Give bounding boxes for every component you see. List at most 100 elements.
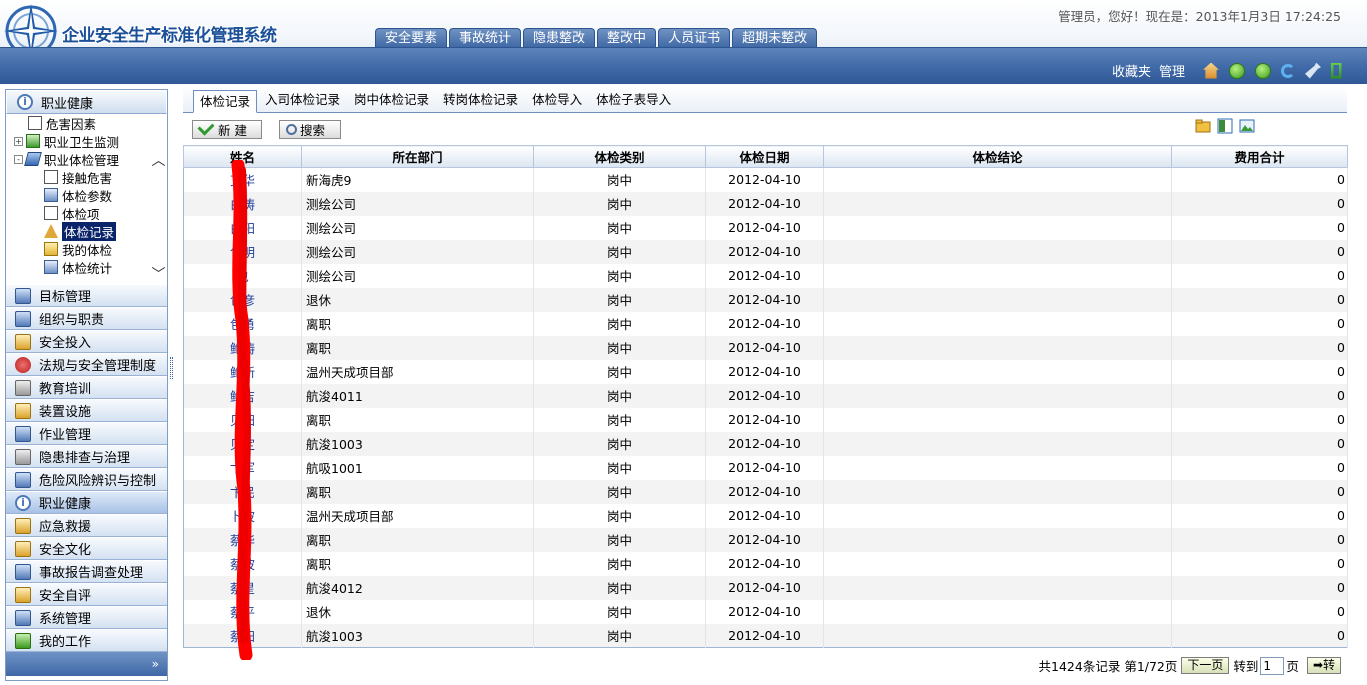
table-row[interactable]: 包测绘公司 岗中 2012-04-10 0 (183, 263, 1348, 288)
collapse-icon[interactable]: » (152, 657, 159, 671)
menu-item[interactable]: 安全自评 (6, 583, 167, 606)
name-link[interactable]: 艾华 (183, 167, 302, 192)
name-link[interactable]: 卞民 (183, 479, 302, 504)
table-row[interactable]: 白阳 测绘公司 岗中 2012-04-10 0 (183, 215, 1348, 240)
tree-item[interactable]: 危害因素 (28, 114, 96, 132)
column-header[interactable]: 体检结论 (823, 145, 1172, 168)
tree-item[interactable]: - 职业体检管理 (14, 150, 119, 168)
table-row[interactable]: 艾华 新海虎9 岗中 2012-04-10 0 (183, 167, 1348, 192)
menu-item[interactable]: 事故报告调查处理 (6, 560, 167, 583)
table-row[interactable]: 蔡华 离职 岗中 2012-04-10 0 (183, 527, 1348, 552)
menu-item[interactable]: 我的工作 (6, 629, 167, 652)
back-icon[interactable] (1229, 62, 1245, 79)
name-link[interactable]: 包明 (183, 239, 302, 264)
menu-item[interactable]: i 职业健康 (6, 491, 167, 514)
open-folder-icon[interactable] (1195, 118, 1211, 134)
column-header[interactable]: 所在部门 (301, 145, 534, 168)
home-icon[interactable] (1203, 62, 1219, 79)
table-row[interactable]: 蔡星 航浚4012 岗中 2012-04-10 0 (183, 575, 1348, 600)
refresh-icon[interactable] (1281, 63, 1295, 78)
tree-item[interactable]: 体检参数 (44, 186, 112, 204)
top-tab[interactable]: 事故统计 (449, 28, 522, 48)
name-link[interactable]: 白涛 (183, 191, 302, 216)
forward-icon[interactable] (1255, 62, 1271, 79)
go-button[interactable]: ➡转 (1306, 657, 1341, 674)
tree-scrollbar[interactable]: ︿ ﹀ (150, 114, 167, 284)
table-row[interactable]: 鲍吉 航浚4011 岗中 2012-04-10 0 (183, 383, 1348, 408)
sub-tab[interactable]: 岗中体检记录 (348, 89, 435, 112)
sub-tab[interactable]: 入司体检记录 (259, 89, 346, 112)
exit-icon[interactable] (1331, 62, 1342, 79)
scroll-up-icon[interactable]: ︿ (150, 150, 167, 170)
column-header[interactable]: 体检日期 (705, 145, 824, 168)
tree-item[interactable]: 我的体检 (44, 240, 112, 258)
tree-item[interactable]: + 职业卫生监测 (14, 132, 119, 150)
table-row[interactable]: 贝定 航浚1003 岗中 2012-04-10 0 (183, 431, 1348, 456)
table-row[interactable]: 包勇 离职 岗中 2012-04-10 0 (183, 311, 1348, 336)
name-link[interactable]: 蔡波 (183, 551, 302, 576)
name-link[interactable]: 蔡平 (183, 599, 302, 624)
table-row[interactable]: 包明 测绘公司 岗中 2012-04-10 0 (183, 239, 1348, 264)
menu-item[interactable]: 危险风险辨识与控制 (6, 468, 167, 491)
menu-item[interactable]: 教育培训 (6, 376, 167, 399)
menu-item[interactable]: 作业管理 (6, 422, 167, 445)
top-tab[interactable]: 超期未整改 (732, 28, 818, 48)
menu-item[interactable]: 目标管理 (6, 284, 167, 307)
image-icon[interactable] (1239, 118, 1255, 134)
manage-link[interactable]: 管理 (1159, 61, 1185, 80)
name-link[interactable]: 蔡华 (183, 527, 302, 552)
sub-tab[interactable]: 体检子表导入 (590, 89, 677, 112)
table-row[interactable]: 蔡阳 航浚1003 岗中 2012-04-10 0 (183, 623, 1348, 648)
table-row[interactable]: 白涛 测绘公司 岗中 2012-04-10 0 (183, 191, 1348, 216)
top-tab[interactable]: 整改中 (597, 28, 657, 48)
name-link[interactable]: 蔡阳 (183, 623, 302, 648)
table-row[interactable]: 包彦 退休 岗中 2012-04-10 0 (183, 287, 1348, 312)
table-row[interactable]: 蔡平 退休 岗中 2012-04-10 0 (183, 599, 1348, 624)
name-link[interactable]: 鲍吉 (183, 383, 302, 408)
name-link[interactable]: 贝阳 (183, 407, 302, 432)
menu-item[interactable]: 系统管理 (6, 606, 167, 629)
sidebar-splitter[interactable] (169, 89, 175, 681)
wrench-icon[interactable] (1305, 62, 1321, 79)
new-button[interactable]: 新 建 (192, 118, 262, 139)
name-link[interactable]: 白阳 (183, 215, 302, 240)
menu-item[interactable]: 装置设施 (6, 399, 167, 422)
name-link[interactable]: 鲍涛 (183, 335, 302, 360)
sub-tab[interactable]: 转岗体检记录 (437, 89, 524, 112)
export-excel-icon[interactable] (1217, 118, 1233, 134)
menu-item[interactable]: 应急救援 (6, 514, 167, 537)
table-row[interactable]: 卞军 航吸1001 岗中 2012-04-10 0 (183, 455, 1348, 480)
menu-item[interactable]: 隐患排查与治理 (6, 445, 167, 468)
favorites-link[interactable]: 收藏夹 (1112, 61, 1151, 80)
table-row[interactable]: 蔡波 离职 岗中 2012-04-10 0 (183, 551, 1348, 576)
name-link[interactable]: 卜波 (183, 503, 302, 528)
tree-item[interactable]: 体检统计 (44, 258, 112, 276)
table-row[interactable]: 鲍新 温州天成项目部 岗中 2012-04-10 0 (183, 359, 1348, 384)
table-row[interactable]: 卜波 温州天成项目部 岗中 2012-04-10 0 (183, 503, 1348, 528)
splitter-grip-icon[interactable] (170, 357, 173, 379)
table-row[interactable]: 贝阳 离职 岗中 2012-04-10 0 (183, 407, 1348, 432)
name-link[interactable]: 蔡星 (183, 575, 302, 600)
scroll-down-icon[interactable]: ﹀ (150, 264, 167, 284)
page-number-input[interactable] (1260, 656, 1285, 675)
name-link[interactable]: 贝定 (183, 431, 302, 456)
sub-tab[interactable]: 体检导入 (526, 89, 588, 112)
menu-item[interactable]: 组织与职责 (6, 307, 167, 330)
sub-tab[interactable]: 体检记录 (193, 90, 258, 113)
column-header[interactable]: 费用合计 (1171, 145, 1348, 168)
menu-item[interactable]: 安全投入 (6, 330, 167, 353)
name-link[interactable]: 包勇 (183, 311, 302, 336)
collapse-tree-icon[interactable]: - (14, 154, 23, 164)
expand-icon[interactable]: + (14, 136, 23, 146)
next-page-button[interactable]: 下一页 (1181, 657, 1230, 674)
tree-header[interactable]: i 职业健康 (6, 90, 167, 114)
menu-item[interactable]: 法规与安全管理制度 (6, 353, 167, 376)
tree-item[interactable]: 体检记录 (44, 221, 117, 241)
name-link[interactable]: 鲍新 (183, 359, 302, 384)
menu-item[interactable]: 安全文化 (6, 537, 167, 560)
tree-item[interactable]: 体检项 (44, 204, 100, 222)
column-header[interactable]: 姓名 (183, 145, 302, 168)
top-tab[interactable]: 隐患整改 (523, 28, 596, 48)
table-row[interactable]: 卞民 离职 岗中 2012-04-10 0 (183, 479, 1348, 504)
name-link[interactable]: 包彦 (183, 287, 302, 312)
